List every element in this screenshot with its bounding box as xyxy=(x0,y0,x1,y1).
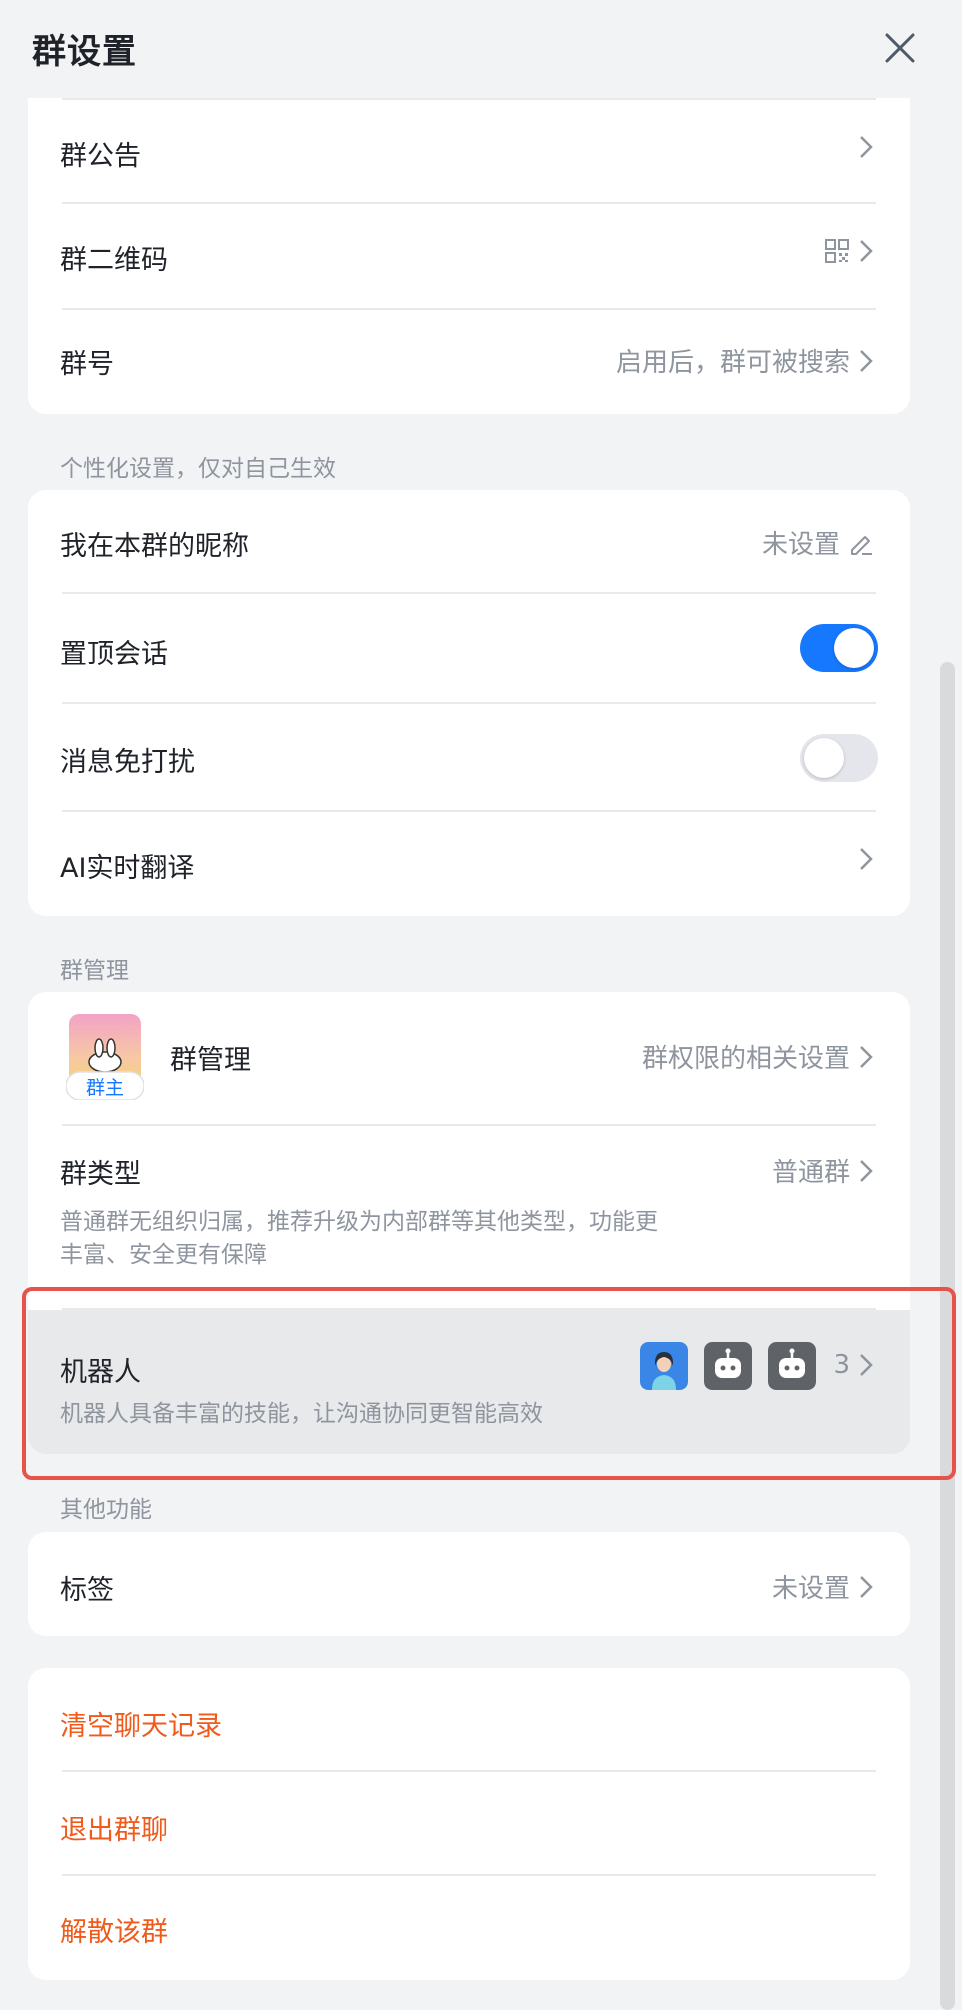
chevron-right-icon xyxy=(860,1354,873,1376)
group-type-label: 群类型 xyxy=(60,1159,141,1190)
robot-label: 机器人 xyxy=(60,1357,141,1388)
robot-row[interactable]: 机器人 机器人具备丰富的技能，让沟通协同更智能高效 3 xyxy=(28,1310,910,1454)
qrcode-label: 群二维码 xyxy=(60,245,168,276)
mute-row: 消息免打扰 xyxy=(28,704,910,812)
close-icon[interactable] xyxy=(878,26,922,70)
mute-label: 消息免打扰 xyxy=(60,747,195,778)
owner-badge: 群主 xyxy=(85,1077,124,1099)
group-settings-page: 群设置 群公告 群二维码 群号 启用后，群可被搜索 个性化设置，仅对自己生效 我… xyxy=(0,0,962,2010)
mute-toggle[interactable] xyxy=(800,734,878,782)
dissolve-row[interactable]: 解散该群 xyxy=(28,1876,910,1980)
pin-row: 置顶会话 xyxy=(28,594,910,702)
robot-icon xyxy=(768,1342,816,1390)
section-title-personal: 个性化设置，仅对自己生效 xyxy=(60,456,336,482)
robot-icon xyxy=(704,1342,752,1390)
nickname-row[interactable]: 我在本群的昵称 未设置 xyxy=(28,490,910,594)
group-number-value: 启用后，群可被搜索 xyxy=(615,348,850,378)
chevron-right-icon xyxy=(860,1159,873,1182)
announcement-row[interactable]: 群公告 xyxy=(28,98,910,202)
page-title: 群设置 xyxy=(32,32,137,72)
manage-row[interactable]: 群主 群管理 群权限的相关设置 xyxy=(28,992,910,1122)
qrcode-row[interactable]: 群二维码 xyxy=(28,204,910,308)
quit-group-button[interactable]: 退出群聊 xyxy=(60,1808,168,1847)
group-info-card: 群公告 群二维码 群号 启用后，群可被搜索 xyxy=(28,98,910,414)
group-type-value: 普通群 xyxy=(771,1158,850,1188)
management-card: 群主 群管理 群权限的相关设置 群类型 普通群 普通群无组织归属，推荐升级为内部… xyxy=(28,992,910,1454)
quit-row[interactable]: 退出群聊 xyxy=(28,1772,910,1876)
clear-history-row[interactable]: 清空聊天记录 xyxy=(28,1668,910,1772)
translate-row[interactable]: AI实时翻译 xyxy=(28,812,910,916)
group-type-row[interactable]: 群类型 普通群 普通群无组织归属，推荐升级为内部群等其他类型，功能更 丰富、安全… xyxy=(28,1126,910,1302)
other-card: 标签 未设置 xyxy=(28,1532,910,1636)
chevron-right-icon xyxy=(860,349,873,372)
tag-label: 标签 xyxy=(60,1575,114,1606)
chevron-right-icon xyxy=(860,136,873,158)
nickname-label: 我在本群的昵称 xyxy=(60,531,249,562)
robot-count: 3 xyxy=(833,1350,850,1380)
robot-desc: 机器人具备丰富的技能，让沟通协同更智能高效 xyxy=(60,1401,543,1427)
chevron-right-icon xyxy=(860,240,873,262)
danger-card: 清空聊天记录 退出群聊 解散该群 xyxy=(28,1668,910,1980)
chevron-right-icon xyxy=(860,1045,873,1068)
tag-value: 未设置 xyxy=(771,1574,850,1604)
group-type-desc-2: 丰富、安全更有保障 xyxy=(60,1242,267,1268)
nickname-value: 未设置 xyxy=(761,530,840,560)
section-title-other: 其他功能 xyxy=(60,1497,152,1523)
manage-label: 群管理 xyxy=(170,1045,251,1076)
scrollbar[interactable] xyxy=(940,662,955,2010)
header: 群设置 xyxy=(0,0,962,98)
toggle-knob xyxy=(804,738,844,778)
pin-toggle[interactable] xyxy=(800,624,878,672)
clear-history-button[interactable]: 清空聊天记录 xyxy=(60,1704,222,1743)
translate-label: AI实时翻译 xyxy=(60,853,195,884)
dissolve-group-button[interactable]: 解散该群 xyxy=(60,1910,168,1949)
group-number-label: 群号 xyxy=(60,349,114,380)
personal-card: 我在本群的昵称 未设置 置顶会话 消息免打扰 AI实时翻译 xyxy=(28,490,910,916)
group-type-desc-1: 普通群无组织归属，推荐升级为内部群等其他类型，功能更 xyxy=(60,1209,658,1235)
edit-icon xyxy=(851,535,872,555)
owner-avatar: 群主 xyxy=(65,1014,145,1101)
tag-row[interactable]: 标签 未设置 xyxy=(28,1532,910,1636)
announcement-label: 群公告 xyxy=(60,141,141,172)
qrcode-icon xyxy=(825,239,849,263)
toggle-knob xyxy=(834,628,874,668)
group-number-row[interactable]: 群号 启用后，群可被搜索 xyxy=(28,310,910,414)
chevron-right-icon xyxy=(860,1575,873,1598)
manage-value: 群权限的相关设置 xyxy=(641,1044,850,1074)
chevron-right-icon xyxy=(860,848,873,870)
assistant-avatar-icon xyxy=(640,1342,688,1390)
section-title-management: 群管理 xyxy=(60,958,129,984)
pin-label: 置顶会话 xyxy=(60,639,168,670)
